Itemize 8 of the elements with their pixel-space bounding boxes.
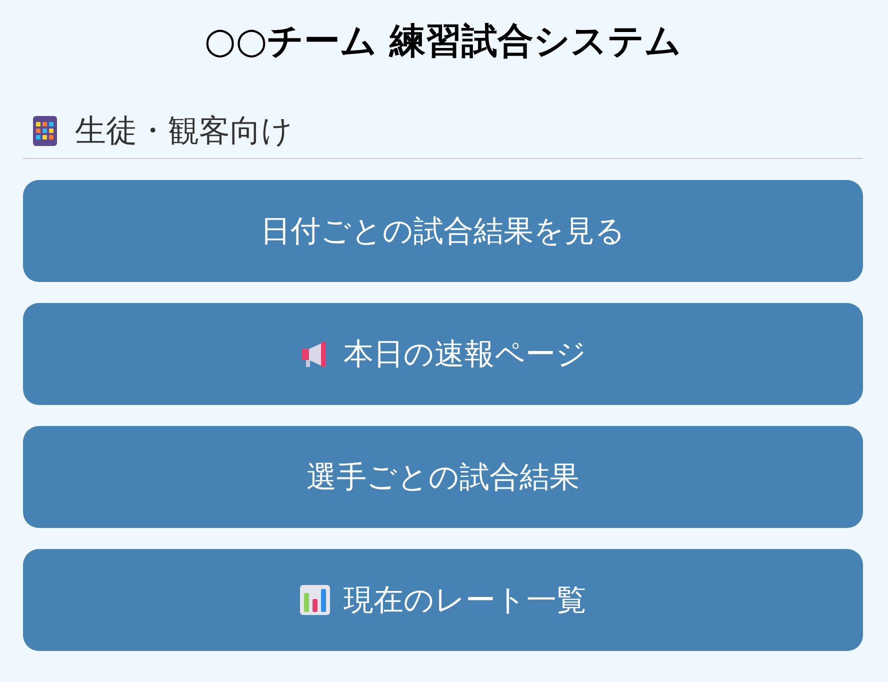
bar-chart-icon [300, 585, 330, 615]
menu-button[interactable]: 現在のレート一覧 [23, 549, 863, 651]
menu-button[interactable]: 選手ごとの試合結果 [23, 426, 863, 528]
page-title: ○○チーム 練習試合システム [203, 20, 683, 64]
menu-button[interactable]: 日付ごとの試合結果を見る [23, 180, 863, 282]
menu-button[interactable]: 本日の速報ページ [23, 303, 863, 405]
app-grid-icon [33, 116, 57, 146]
section-heading: 生徒・観客向け [75, 112, 293, 150]
